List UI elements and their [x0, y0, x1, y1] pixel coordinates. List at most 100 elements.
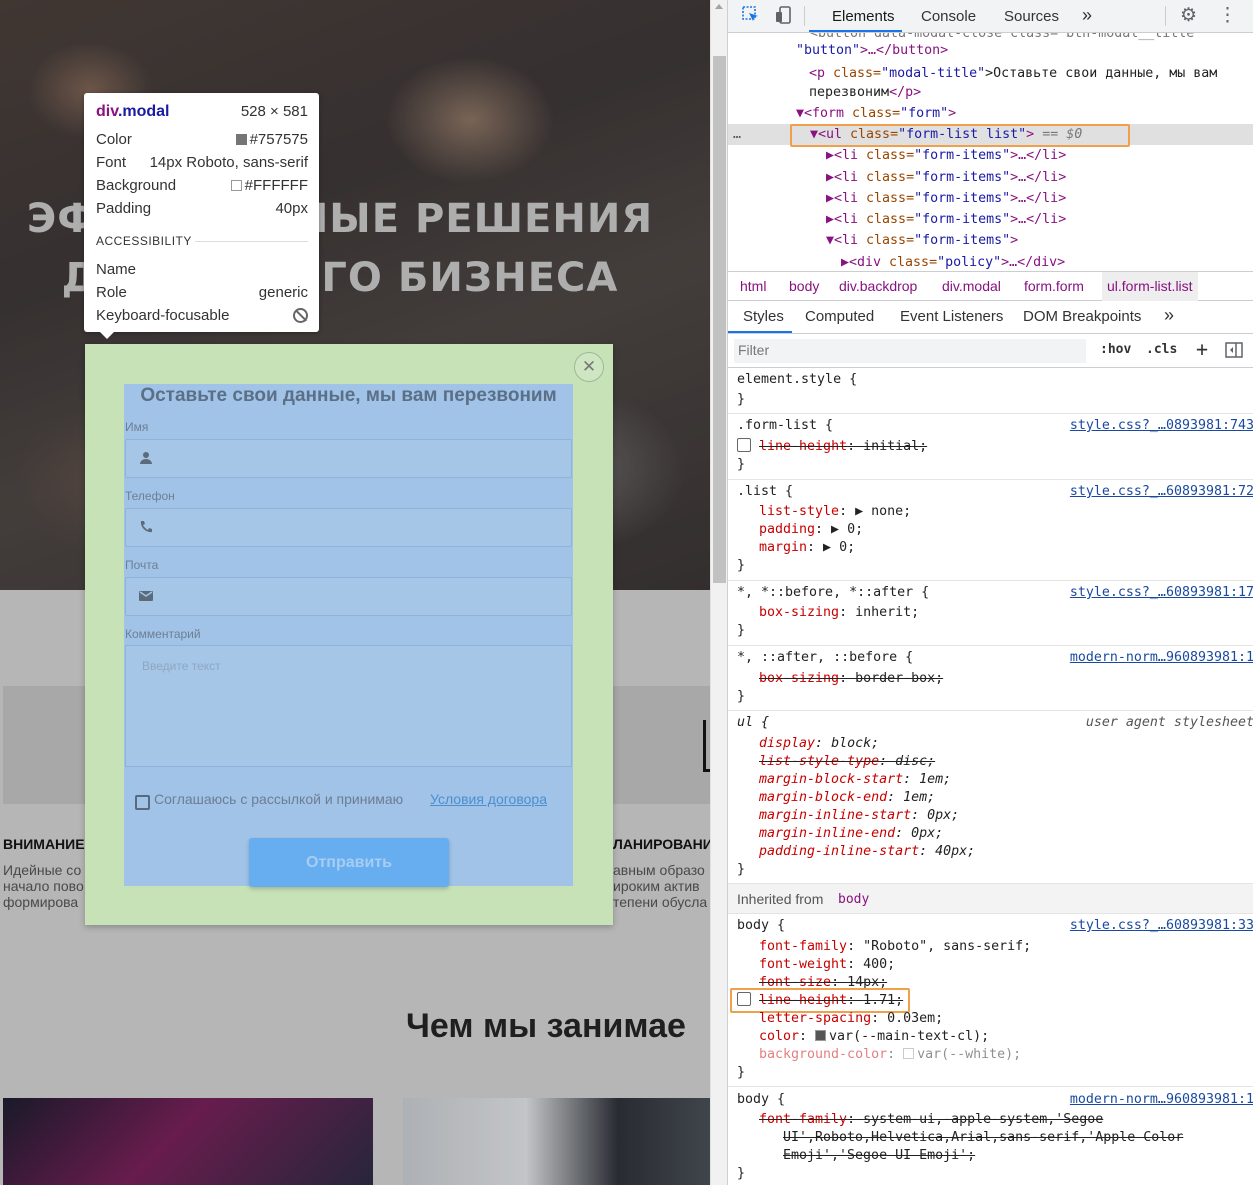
rule-element-style: element.style { }	[728, 369, 1253, 414]
device-toolbar-icon[interactable]	[775, 6, 793, 29]
inherited-from-link[interactable]: body	[838, 892, 869, 907]
rule-close: }	[737, 1166, 746, 1181]
tooltip-padding-label: Padding	[96, 200, 152, 217]
property-checkbox[interactable]	[737, 438, 751, 452]
tooltip-bg-value: #FFFFFF	[244, 177, 308, 194]
property-line: box-sizing: border-box;	[759, 671, 944, 686]
tooltip-focus-label: Keyboard-focusable	[96, 307, 230, 324]
dom-line-li-open[interactable]: ▼<li class="form-items">	[826, 230, 1018, 251]
rule-selector: .list {	[737, 484, 794, 499]
breadcrumb-body[interactable]: body	[789, 278, 819, 294]
more-subtabs-button[interactable]: »	[1164, 305, 1174, 326]
dom-line-li[interactable]: ▶<li class="form-items">…</li>	[826, 145, 1066, 166]
property-line: font-family: "Roboto", sans-serif;	[759, 939, 1032, 954]
styles-filter-input[interactable]: Filter	[734, 339, 1086, 363]
contract-terms-link[interactable]: Условия договора	[430, 791, 547, 807]
page-scrollbar[interactable]	[710, 0, 727, 1185]
property-line: margin-block-end: 1em;	[759, 790, 936, 805]
rule-source-link[interactable]: modern-norm…960893981:1	[1070, 1091, 1253, 1109]
dom-line-li[interactable]: ▶<li class="form-items">…</li>	[826, 209, 1066, 230]
tab-dom-breakpoints[interactable]: DOM Breakpoints	[1023, 308, 1141, 325]
dom-line-li[interactable]: ▶<li class="form-items">…</li>	[826, 188, 1066, 209]
rule-selector: *, *::before, *::after {	[737, 585, 930, 600]
inspect-element-icon[interactable]	[742, 6, 760, 29]
new-rule-button[interactable]: +	[1196, 337, 1208, 361]
rule-universal-normalize: *, ::after, ::before { modern-norm…96089…	[728, 646, 1253, 711]
breadcrumb-backdrop[interactable]: div.backdrop	[839, 278, 917, 294]
tooltip-header: div.modal 528 × 581	[96, 103, 308, 121]
settings-gear-icon[interactable]: ⚙	[1180, 4, 1197, 27]
property-line: margin: ▶ 0;	[759, 540, 856, 555]
rule-source-link[interactable]: style.css?_…0893981:743	[1070, 417, 1253, 435]
rule-source-link[interactable]: style.css?_…60893981:72	[1070, 483, 1253, 501]
tab-console[interactable]: Console	[921, 8, 976, 25]
ul-highlight-box	[790, 124, 1130, 147]
rule-close: }	[737, 1065, 746, 1080]
toggle-sidebar-icon[interactable]	[1225, 341, 1243, 364]
tooltip-role-label: Role	[96, 284, 127, 301]
scroll-up-icon[interactable]	[715, 4, 723, 9]
rule-selector: body {	[737, 1092, 786, 1107]
tooltip-font-label: Font	[96, 154, 127, 171]
styles-pane[interactable]: element.style { } .form-list { style.css…	[728, 369, 1253, 1185]
tab-event-listeners[interactable]: Event Listeners	[900, 308, 1003, 325]
color-swatch[interactable]	[815, 1030, 827, 1041]
dom-line-div[interactable]: ▶<div class="policy">…</div>	[841, 252, 1065, 270]
tooltip-size: 528 × 581	[240, 103, 308, 120]
rule-source-link[interactable]: style.css?_…60893981:33	[1070, 917, 1253, 935]
tooltip-focus-row: Keyboard-focusable	[96, 307, 308, 324]
name-field[interactable]	[125, 439, 572, 478]
phone-field[interactable]	[125, 508, 572, 547]
dom-line-p-cont[interactable]: перезвоним</p>	[809, 82, 921, 103]
tooltip-padding-value: 40px	[275, 200, 308, 217]
website-viewport: ЭФФЕКТИВНЫЕ РЕШЕНИЯ ДЛЯ ВАШЕГО БИЗНЕСА В…	[0, 0, 710, 1185]
rule-body: body { style.css?_…60893981:33 font-fami…	[728, 914, 1253, 1087]
rule-source-link[interactable]: style.css?_…60893981:17	[1070, 584, 1253, 602]
more-options-icon[interactable]: ⋮	[1218, 4, 1237, 27]
tab-sources[interactable]: Sources	[1004, 8, 1059, 25]
screen: ЭФФЕКТИВНЫЕ РЕШЕНИЯ ДЛЯ ВАШЕГО БИЗНЕСА В…	[0, 0, 1253, 1185]
dom-line[interactable]: "button">…</button>	[796, 40, 948, 61]
dom-line-p[interactable]: <p class="modal-title">Оставьте свои дан…	[809, 63, 1217, 84]
rule-body-normalize: body { modern-norm…960893981:1 font-fami…	[728, 1087, 1253, 1185]
breadcrumb-html[interactable]: html	[740, 278, 766, 294]
hover-state-button[interactable]: :hov	[1100, 342, 1131, 357]
tooltip-color-label: Color	[96, 131, 132, 148]
rule-selector: body {	[737, 918, 786, 933]
scrollbar-thumb[interactable]	[713, 56, 726, 583]
agree-checkbox[interactable]	[135, 795, 150, 810]
comment-label: Комментарий	[125, 627, 201, 641]
dom-line-form[interactable]: ▼<form class="form">	[796, 103, 956, 124]
class-toggle-button[interactable]: .cls	[1146, 342, 1177, 357]
breadcrumb-form[interactable]: form.form	[1024, 278, 1084, 294]
submit-button[interactable]: Отправить	[249, 838, 449, 887]
inherited-header: Inherited from body	[728, 884, 1253, 914]
tooltip-color-value-wrap: #757575	[235, 131, 308, 148]
rule-list: .list { style.css?_…60893981:72 list-sty…	[728, 480, 1253, 581]
tooltip-color-row: Color #757575	[96, 131, 308, 148]
tab-elements[interactable]: Elements	[832, 8, 895, 25]
name-label: Имя	[125, 420, 149, 434]
comment-textarea[interactable]: Введите текст	[125, 645, 572, 767]
dom-tree[interactable]: <button data-modal-close class="btn-moda…	[728, 33, 1253, 270]
dom-line-ellipsis[interactable]: …	[733, 124, 741, 145]
not-focusable-icon	[293, 308, 308, 327]
email-field[interactable]	[125, 577, 572, 616]
property-line: list-style: ▶ none;	[759, 504, 912, 519]
rule-source-link[interactable]: modern-norm…960893981:1	[1070, 649, 1253, 667]
tab-styles[interactable]: Styles	[743, 308, 784, 325]
tab-computed[interactable]: Computed	[805, 308, 874, 325]
more-tabs-button[interactable]: »	[1082, 5, 1092, 26]
rule-selector: .form-list {	[737, 418, 834, 433]
breadcrumb-ul[interactable]: ul.form-list.list	[1102, 272, 1198, 301]
phone-label: Телефон	[125, 489, 175, 503]
close-button[interactable]: ✕	[574, 352, 604, 382]
dom-line-li[interactable]: ▶<li class="form-items">…</li>	[826, 167, 1066, 188]
tooltip-font-value: 14px Roboto, sans-serif	[149, 154, 308, 171]
divider	[195, 241, 308, 242]
breadcrumb-modal[interactable]: div.modal	[942, 278, 1001, 294]
tooltip-bg-value-wrap: #FFFFFF	[230, 177, 308, 194]
color-swatch[interactable]	[903, 1048, 915, 1059]
rule-ul-user-agent: ul { user agent stylesheet display: bloc…	[728, 711, 1253, 884]
property-line: padding-inline-start: 40px;	[759, 844, 976, 859]
